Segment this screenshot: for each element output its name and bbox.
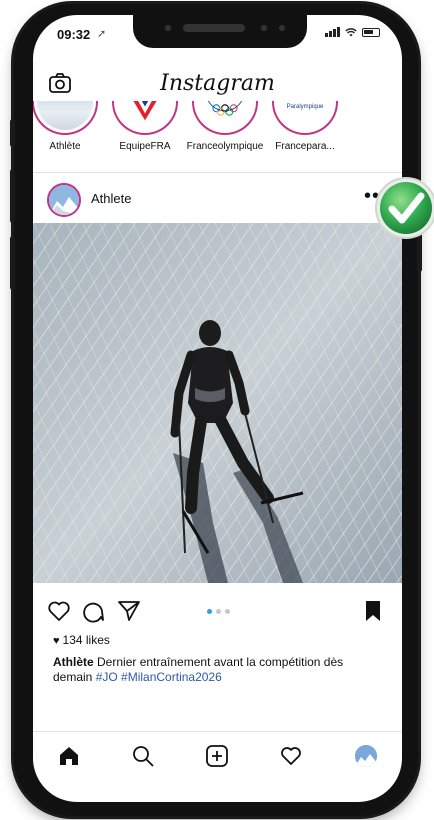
profile-avatar[interactable] bbox=[355, 745, 377, 767]
signal-icon bbox=[325, 27, 340, 37]
sensor-dot bbox=[279, 25, 285, 31]
carousel-dot bbox=[225, 609, 230, 614]
story-avatar bbox=[112, 101, 178, 135]
phone-screen: 09:32 ➚ Instagram Athlète EquipeFRA Fran… bbox=[33, 15, 402, 802]
post-username[interactable]: Athlete bbox=[91, 191, 131, 206]
bottom-tab-bar bbox=[33, 731, 402, 781]
volume-up-button bbox=[10, 169, 15, 223]
wifi-icon bbox=[345, 28, 357, 37]
volume-down-button bbox=[10, 236, 15, 290]
app-title: Instagram bbox=[160, 71, 275, 96]
story-label: EquipeFRA bbox=[119, 141, 171, 152]
caption-username[interactable]: Athlète bbox=[53, 655, 94, 669]
status-time: 09:32 bbox=[57, 27, 91, 42]
post-avatar[interactable] bbox=[47, 183, 81, 217]
carousel-dot bbox=[216, 609, 221, 614]
location-arrow-icon: ➚ bbox=[97, 28, 107, 40]
story-athlete[interactable]: Athlète bbox=[33, 101, 105, 152]
story-avatar bbox=[192, 101, 258, 135]
speaker-grille bbox=[183, 24, 245, 32]
front-camera-dot bbox=[261, 25, 267, 31]
carousel-indicator bbox=[207, 609, 230, 614]
carousel-dot-active bbox=[207, 609, 212, 614]
notch bbox=[133, 15, 307, 48]
share-send-icon[interactable] bbox=[117, 599, 141, 623]
home-icon[interactable] bbox=[57, 744, 81, 768]
story-label: Francepara... bbox=[275, 141, 335, 152]
story-avatar: France Paralympique bbox=[272, 101, 338, 135]
check-mark-badge-icon bbox=[375, 177, 434, 239]
story-franceolympique[interactable]: Franceolympique bbox=[185, 101, 265, 152]
caption-hashtags[interactable]: #JO #MilanCortina2026 bbox=[96, 670, 222, 684]
sensor-dot bbox=[165, 25, 171, 31]
stage: 09:32 ➚ Instagram Athlète EquipeFRA Fran… bbox=[0, 0, 434, 820]
filled-heart-icon: ♥ bbox=[53, 635, 60, 647]
post-caption: Athlète Dernier entraînement avant la co… bbox=[53, 655, 385, 685]
mute-switch bbox=[10, 119, 15, 147]
post-image[interactable] bbox=[33, 223, 402, 583]
likes-count[interactable]: ♥ 134 likes bbox=[53, 633, 110, 647]
equipe-france-logo bbox=[133, 101, 157, 121]
profile-avatar-image bbox=[355, 745, 377, 767]
activity-heart-icon[interactable] bbox=[279, 744, 303, 768]
comment-icon[interactable] bbox=[81, 599, 105, 623]
story-avatar bbox=[33, 101, 98, 135]
save-bookmark-icon[interactable] bbox=[361, 599, 385, 623]
stories-tray: Athlète EquipeFRA Franceolympique Paraly… bbox=[33, 101, 402, 173]
like-heart-icon[interactable] bbox=[47, 599, 71, 623]
post-actions bbox=[33, 595, 402, 627]
likes-label: 134 likes bbox=[62, 633, 110, 647]
status-icons bbox=[325, 27, 380, 37]
france-paralympique-logo-text: France Paralympique bbox=[286, 101, 324, 110]
story-label: Athlète bbox=[49, 141, 81, 152]
search-icon[interactable] bbox=[131, 744, 155, 768]
app-header: Instagram bbox=[33, 55, 402, 101]
post-header: Athlete ••• bbox=[33, 175, 402, 221]
add-post-icon[interactable] bbox=[205, 744, 229, 768]
olympic-rings-logo bbox=[208, 101, 242, 116]
battery-icon bbox=[362, 28, 380, 37]
skier-photo bbox=[33, 223, 402, 583]
story-franceparalympique[interactable]: France Paralympique Francepara... bbox=[265, 101, 345, 152]
story-label: Franceolympique bbox=[186, 141, 264, 152]
avatar-image bbox=[49, 185, 79, 215]
story-equipefra[interactable]: EquipeFRA bbox=[105, 101, 185, 152]
